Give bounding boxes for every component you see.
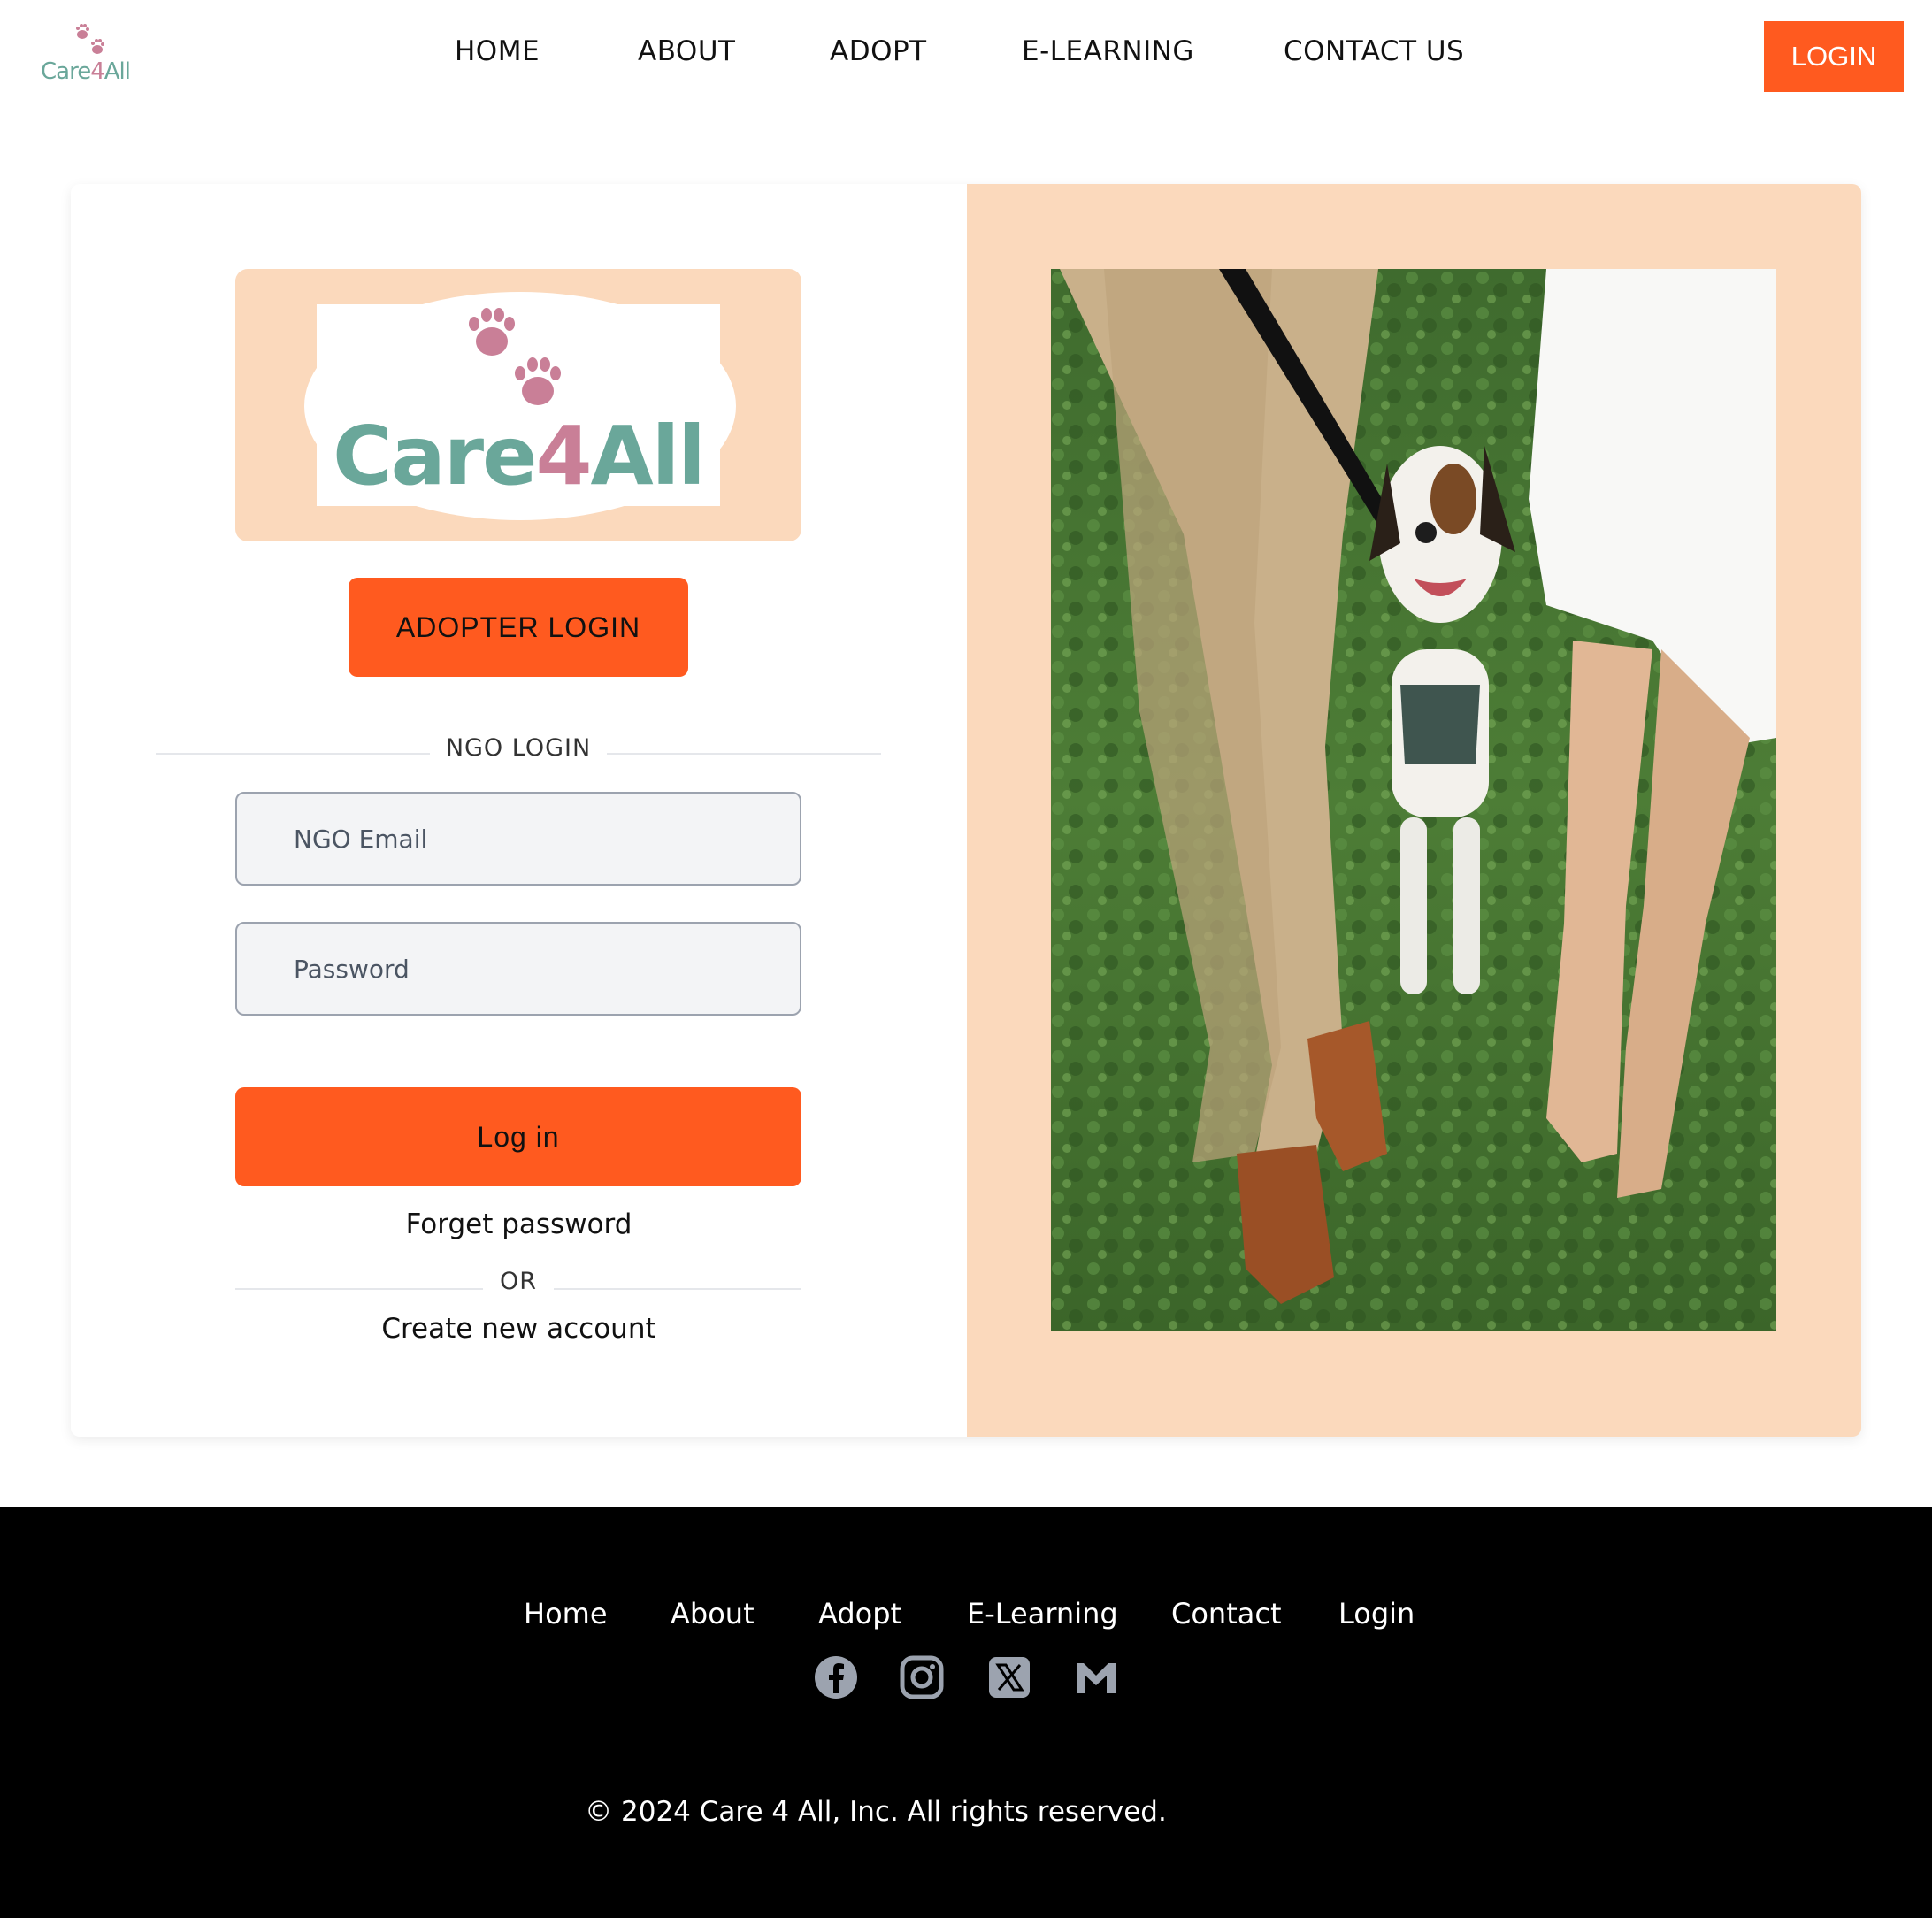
ngo-login-heading: NGO LOGIN: [430, 734, 607, 762]
x-icon[interactable]: [986, 1654, 1032, 1700]
footer-link-about[interactable]: About: [671, 1597, 755, 1630]
brand-logo-panel: Care4All: [235, 269, 801, 541]
footer-link-home[interactable]: Home: [524, 1597, 608, 1630]
nav-link-home[interactable]: HOME: [455, 35, 540, 67]
nav-link-contact[interactable]: CONTACT US: [1284, 35, 1464, 67]
footer-link-adopt[interactable]: Adopt: [818, 1597, 901, 1630]
footer-link-contact[interactable]: Contact: [1171, 1597, 1282, 1630]
paw-prints-icon: [469, 308, 561, 405]
create-account-link[interactable]: Create new account: [71, 1313, 967, 1345]
nav-link-about[interactable]: ABOUT: [638, 35, 735, 67]
ngo-email-input[interactable]: [235, 792, 801, 886]
logo-wordmark: Care4All: [333, 409, 706, 503]
dog-with-owners-photo: [1051, 269, 1776, 1331]
nav-link-elearning[interactable]: E-LEARNING: [1022, 35, 1194, 67]
adopter-login-button[interactable]: ADOPTER LOGIN: [349, 578, 688, 677]
hero-image-panel: [967, 184, 1861, 1437]
header-login-button[interactable]: LOGIN: [1764, 21, 1904, 92]
gmail-icon[interactable]: [1073, 1654, 1119, 1700]
footer-link-elearning[interactable]: E-Learning: [967, 1597, 1118, 1630]
or-separator: OR: [483, 1268, 554, 1295]
forgot-password-link[interactable]: Forget password: [71, 1208, 967, 1240]
site-footer: Home About Adopt E-Learning Contact Logi…: [0, 1507, 1932, 1918]
footer-link-login[interactable]: Login: [1338, 1597, 1414, 1630]
top-navbar: Care4All HOME ABOUT ADOPT E-LEARNING CON…: [0, 0, 1932, 124]
password-input[interactable]: [235, 922, 801, 1016]
main-nav: HOME ABOUT ADOPT E-LEARNING CONTACT US: [0, 35, 1932, 74]
instagram-icon[interactable]: [899, 1654, 945, 1700]
nav-link-adopt[interactable]: ADOPT: [830, 35, 927, 67]
facebook-icon[interactable]: [813, 1654, 859, 1700]
login-card: Care4All ADOPTER LOGIN NGO LOGIN Log in …: [71, 184, 1861, 1437]
login-submit-button[interactable]: Log in: [235, 1087, 801, 1186]
copyright-text: © 2024 Care 4 All, Inc. All rights reser…: [585, 1796, 1167, 1828]
